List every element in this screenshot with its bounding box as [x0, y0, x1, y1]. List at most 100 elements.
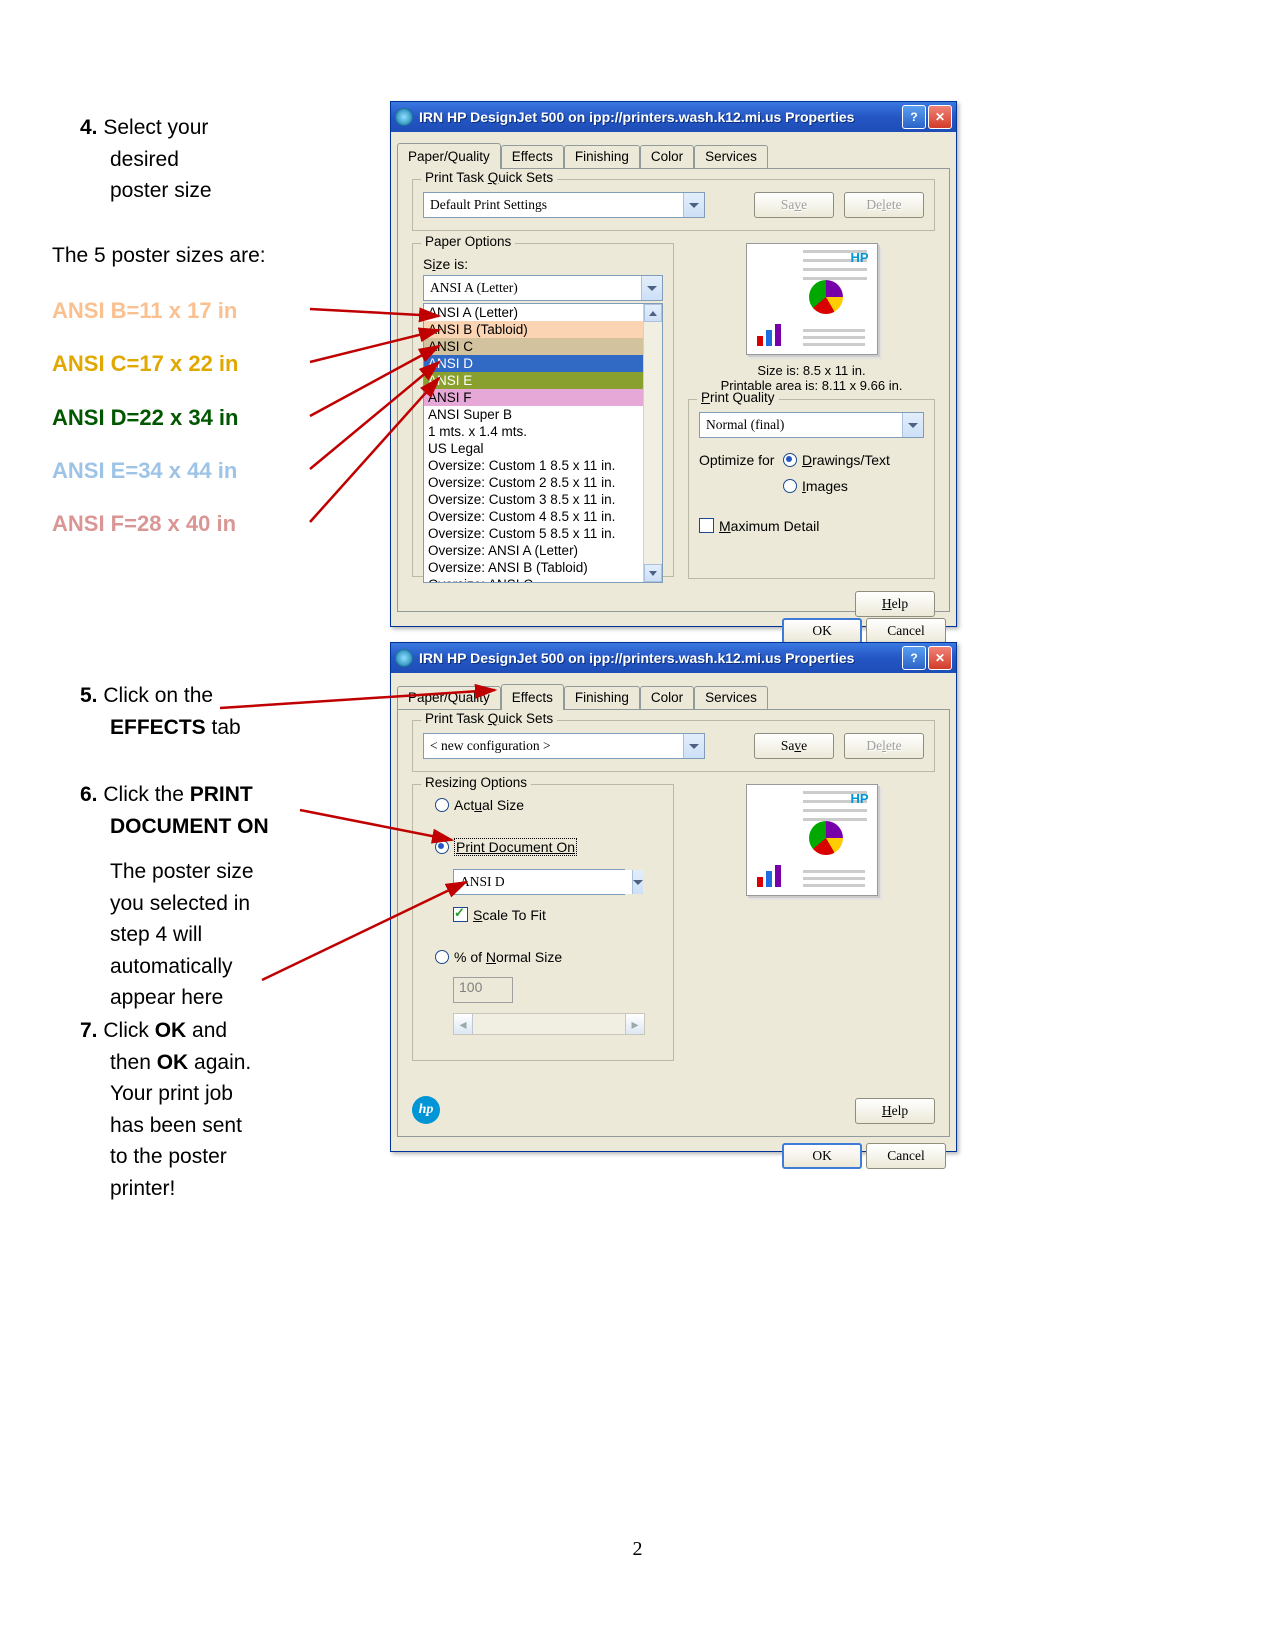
printer-icon [395, 649, 413, 667]
ansi-b: ANSI B=11 x 17 in [52, 298, 237, 324]
list-item[interactable]: Oversize: Custom 4 8.5 x 11 in. [424, 508, 662, 525]
help-icon[interactable]: ? [902, 646, 926, 670]
quicksets-value[interactable] [424, 734, 683, 758]
quicksets-combo[interactable] [423, 192, 705, 218]
check-scale-to-fit[interactable]: Scale To Fit [453, 907, 663, 923]
list-item[interactable]: ANSI A (Letter) [424, 304, 662, 321]
chevron-down-icon[interactable] [683, 193, 704, 217]
list-item[interactable]: ANSI Super B [424, 406, 662, 423]
close-icon[interactable]: ✕ [928, 105, 952, 129]
tabstrip: Paper/Quality Effects Finishing Color Se… [391, 673, 956, 709]
ansi-d: ANSI D=22 x 34 in [52, 405, 238, 431]
tab-paper-quality[interactable]: Paper/Quality [397, 686, 501, 709]
tab-services[interactable]: Services [694, 686, 768, 709]
legend-paper-options: Paper Options [421, 234, 515, 249]
hp-logo: HP [850, 250, 868, 265]
group-quicksets: Print Task Quick Sets Save Delete [412, 179, 935, 231]
titlebar: IRN HP DesignJet 500 on ipp://printers.w… [391, 643, 956, 673]
size-combo[interactable] [423, 275, 663, 301]
printer-icon [395, 108, 413, 126]
quality-value[interactable] [700, 413, 902, 437]
list-item[interactable]: Oversize: Custom 5 8.5 x 11 in. [424, 525, 662, 542]
tab-effects[interactable]: Effects [501, 684, 564, 710]
ansi-f: ANSI F=28 x 40 in [52, 511, 236, 537]
pdo-combo[interactable] [453, 869, 625, 895]
list-item[interactable]: Oversize: ANSI A (Letter) [424, 542, 662, 559]
tab-effects[interactable]: Effects [501, 145, 564, 168]
ansi-e: ANSI E=34 x 44 in [52, 458, 237, 484]
save-button[interactable]: Save [754, 192, 834, 218]
pct-slider: ◂ ▸ [453, 1013, 645, 1035]
pie-icon [809, 280, 843, 314]
radio-pct-normal[interactable]: % of Normal Size [435, 949, 663, 965]
size-label: Size is: [423, 256, 663, 272]
list-item[interactable]: Oversize: ANSI C [424, 576, 662, 583]
quality-combo[interactable] [699, 412, 924, 438]
group-paper-options: Paper Options Size is: ANSI A (L [412, 243, 674, 577]
legend-quicksets: Print Task Quick Sets [421, 170, 557, 185]
delete-button[interactable]: Delete [844, 192, 924, 218]
tab-services[interactable]: Services [694, 145, 768, 168]
check-max-detail[interactable]: Maximum Detail [699, 518, 924, 534]
size-listbox[interactable]: ANSI A (Letter)ANSI B (Tabloid)ANSI CANS… [423, 303, 663, 583]
scroll-up-icon[interactable] [644, 304, 662, 322]
tabstrip: Paper/Quality Effects Finishing Color Se… [391, 132, 956, 168]
tab-color[interactable]: Color [640, 145, 694, 168]
bars-icon [757, 865, 781, 887]
bars-icon [757, 324, 781, 346]
hp-logo: HP [850, 791, 868, 806]
scroll-down-icon[interactable] [644, 564, 662, 582]
list-item[interactable]: Oversize: Custom 2 8.5 x 11 in. [424, 474, 662, 491]
group-print-quality: Print Quality Optimize for Drawings/Text [688, 399, 935, 579]
quicksets-combo[interactable] [423, 733, 705, 759]
size-readout: Size is: 8.5 x 11 in. [688, 363, 935, 378]
hp-logo-icon: hp [412, 1096, 440, 1124]
window-title: IRN HP DesignJet 500 on ipp://printers.w… [419, 650, 900, 666]
radio-print-document-on[interactable]: Print Document On [435, 839, 663, 855]
titlebar: IRN HP DesignJet 500 on ipp://printers.w… [391, 102, 956, 132]
save-button[interactable]: Save [754, 733, 834, 759]
tab-paper-quality[interactable]: Paper/Quality [397, 143, 501, 169]
quicksets-value[interactable] [424, 193, 683, 217]
chevron-down-icon[interactable] [632, 870, 643, 894]
help-button[interactable]: Help [855, 1098, 935, 1124]
list-item[interactable]: Oversize: ANSI B (Tabloid) [424, 559, 662, 576]
list-item[interactable]: Oversize: Custom 1 8.5 x 11 in. [424, 457, 662, 474]
ok-button[interactable]: OK [782, 618, 862, 644]
list-item[interactable]: 1 mts. x 1.4 mts. [424, 423, 662, 440]
scrollbar[interactable] [643, 304, 662, 582]
step-7: 7. Click OK and then OK again. Your prin… [80, 1015, 340, 1204]
pie-icon [809, 821, 843, 855]
tab-finishing[interactable]: Finishing [564, 686, 640, 709]
cancel-button[interactable]: Cancel [866, 618, 946, 644]
list-item[interactable]: ANSI F [424, 389, 662, 406]
pdo-value[interactable] [454, 870, 632, 894]
radio-actual-size[interactable]: Actual Size [435, 797, 663, 813]
list-item[interactable]: Oversize: Custom 3 8.5 x 11 in. [424, 491, 662, 508]
cancel-button[interactable]: Cancel [866, 1143, 946, 1169]
radio-drawings[interactable]: Drawings/Text [783, 452, 890, 468]
list-item[interactable]: ANSI B (Tabloid) [424, 321, 662, 338]
pct-value: 100 [453, 977, 513, 1003]
list-item[interactable]: ANSI E [424, 372, 662, 389]
delete-button[interactable]: Delete [844, 733, 924, 759]
list-item[interactable]: US Legal [424, 440, 662, 457]
ok-button[interactable]: OK [782, 1143, 862, 1169]
chevron-down-icon[interactable] [641, 276, 662, 300]
legend-resizing: Resizing Options [421, 775, 531, 790]
step-4-number: 4. [80, 116, 98, 139]
chevron-down-icon[interactable] [902, 413, 923, 437]
help-icon[interactable]: ? [902, 105, 926, 129]
ansi-c: ANSI C=17 x 22 in [52, 351, 238, 377]
group-resizing: Resizing Options Actual Size Print Docum… [412, 784, 674, 1061]
list-item[interactable]: ANSI C [424, 338, 662, 355]
chevron-down-icon[interactable] [683, 734, 704, 758]
help-button[interactable]: Help [855, 591, 935, 617]
tab-color[interactable]: Color [640, 686, 694, 709]
tab-finishing[interactable]: Finishing [564, 145, 640, 168]
group-quicksets: Print Task Quick Sets Save Delete [412, 720, 935, 772]
close-icon[interactable]: ✕ [928, 646, 952, 670]
size-selected[interactable] [424, 276, 641, 300]
radio-images[interactable]: Images [783, 478, 890, 494]
list-item[interactable]: ANSI D [424, 355, 662, 372]
